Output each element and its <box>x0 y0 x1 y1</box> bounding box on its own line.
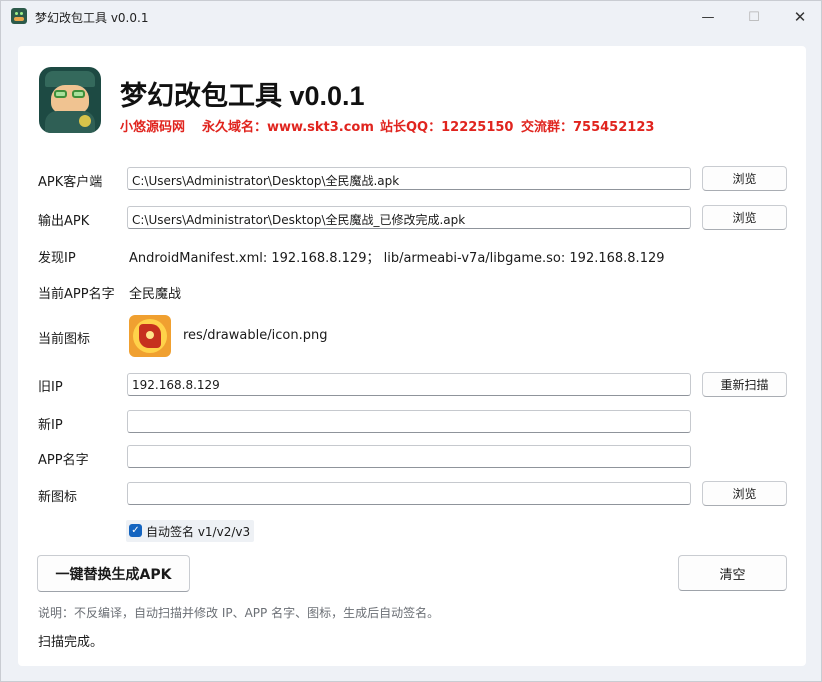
found-ip-value: AndroidManifest.xml: 192.168.8.129； lib/… <box>129 251 665 266</box>
current-app-icon <box>129 315 171 357</box>
old-ip-input[interactable]: 192.168.8.129 <box>127 373 691 396</box>
maximize-button[interactable]: ☐ <box>731 1 777 33</box>
site-name: 小悠源码网 <box>120 120 186 135</box>
new-icon-label: 新图标 <box>38 490 78 505</box>
rescan-button[interactable]: 重新扫描 <box>702 372 787 397</box>
new-ip-input[interactable] <box>127 410 691 433</box>
window-title: 梦幻改包工具 v0.0.1 <box>35 11 149 25</box>
qq-info: 站长QQ：12225150 <box>380 120 514 135</box>
browse-apk-button[interactable]: 浏览 <box>702 166 787 191</box>
description-note: 说明：不反编译，自动扫描并修改 IP、APP 名字、图标，生成后自动签名。 <box>38 606 440 620</box>
found-ip-label: 发现IP <box>38 251 76 266</box>
old-ip-label: 旧IP <box>38 380 63 395</box>
new-ip-label: 新IP <box>38 418 63 433</box>
status-text: 扫描完成。 <box>38 635 104 650</box>
app-name-input[interactable] <box>127 445 691 468</box>
output-apk-input[interactable]: C:\Users\Administrator\Desktop\全民魔战_已修改完… <box>127 206 691 229</box>
apk-client-input[interactable]: C:\Users\Administrator\Desktop\全民魔战.apk <box>127 167 691 190</box>
output-apk-label: 输出APK <box>38 214 90 229</box>
group-info: 交流群：755452123 <box>521 120 655 135</box>
app-window: 梦幻改包工具 v0.0.1 — ☐ ✕ 梦幻改包工具 v0.0.1 小悠源码网 … <box>0 0 822 682</box>
apk-client-label: APK客户端 <box>38 175 103 190</box>
current-icon-label: 当前图标 <box>38 332 91 347</box>
auto-sign-label[interactable]: 自动签名 v1/v2/v3 <box>126 520 255 542</box>
new-icon-input[interactable] <box>127 482 691 505</box>
close-button[interactable]: ✕ <box>777 1 822 33</box>
domain-info: 永久域名：www.skt3.com <box>202 120 374 135</box>
title-bar[interactable]: 梦幻改包工具 v0.0.1 — ☐ ✕ <box>1 1 822 33</box>
auto-sign-checkbox[interactable]: ✓ <box>129 524 142 537</box>
current-app-name-label: 当前APP名字 <box>38 287 115 302</box>
browse-output-button[interactable]: 浏览 <box>702 205 787 230</box>
app-icon <box>11 8 27 24</box>
app-name-label: APP名字 <box>38 453 89 468</box>
browse-icon-button[interactable]: 浏览 <box>702 481 787 506</box>
logo-image <box>39 67 101 133</box>
page-title: 梦幻改包工具 v0.0.1 <box>120 81 365 111</box>
clear-button[interactable]: 清空 <box>678 555 787 591</box>
check-icon: ✓ <box>131 525 140 536</box>
current-app-name-value: 全民魔战 <box>129 287 182 302</box>
current-icon-path: res/drawable/icon.png <box>183 328 328 343</box>
minimize-button[interactable]: — <box>685 1 731 33</box>
main-panel: 梦幻改包工具 v0.0.1 小悠源码网 永久域名：www.skt3.com 站长… <box>18 46 806 666</box>
generate-apk-button[interactable]: 一键替换生成APK <box>37 555 190 592</box>
